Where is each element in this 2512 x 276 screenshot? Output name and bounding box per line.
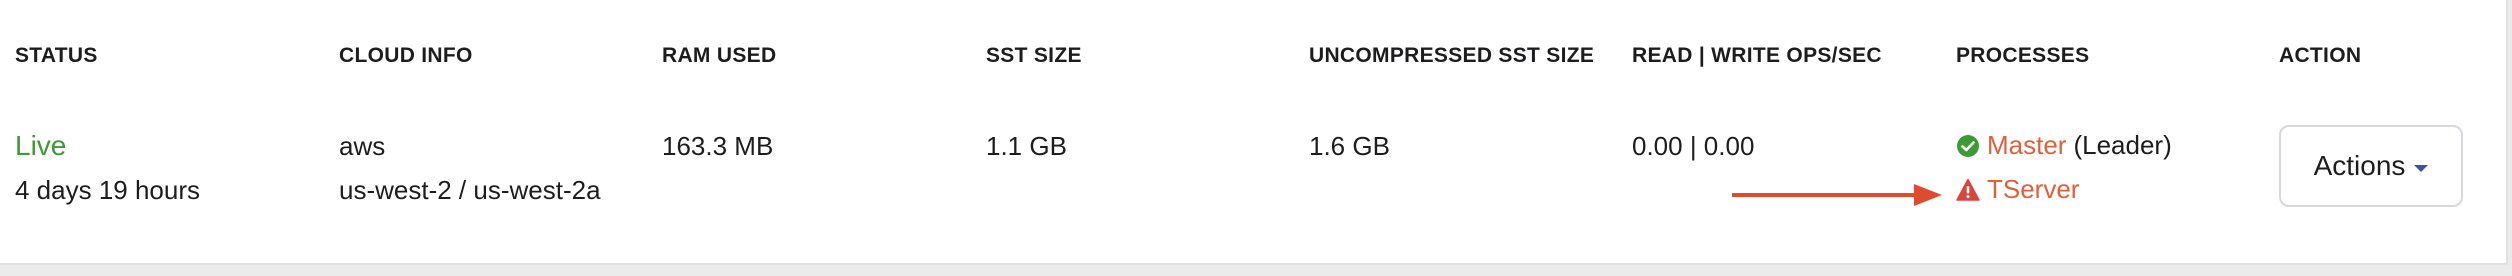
check-circle-icon bbox=[1957, 134, 1979, 157]
chevron-down-icon bbox=[2414, 164, 2429, 172]
uncompressed-sst-size-value: 1.6 GB bbox=[1309, 131, 1390, 161]
header-processes: PROCESSES bbox=[1956, 44, 2090, 67]
ram-used-value: 163.3 MB bbox=[662, 131, 774, 161]
header-sst-size: SST SIZE bbox=[986, 44, 1082, 67]
nodes-table: STATUS CLOUD INFO RAM USED SST SIZE UNCO… bbox=[0, 0, 2508, 265]
cloud-provider-text: aws bbox=[339, 131, 386, 161]
process-master-role: (Leader) bbox=[2073, 130, 2172, 160]
process-tserver-link[interactable]: TServer bbox=[1987, 174, 2079, 205]
warning-triangle-icon bbox=[1956, 178, 1980, 201]
header-ram-used: RAM USED bbox=[662, 44, 777, 67]
arrow-right-icon bbox=[1732, 184, 1942, 206]
header-cloud-info: CLOUD INFO bbox=[339, 44, 473, 67]
process-tserver: TServer bbox=[1956, 174, 2079, 205]
sst-size-value: 1.1 GB bbox=[986, 131, 1067, 161]
cloud-region-text: us-west-2 / us-west-2a bbox=[339, 175, 601, 205]
status-live-label: Live bbox=[15, 130, 67, 161]
header-uncompressed-sst-size: UNCOMPRESSED SST SIZE bbox=[1309, 44, 1595, 67]
header-status: STATUS bbox=[15, 44, 98, 67]
read-write-ops-value: 0.00 | 0.00 bbox=[1632, 131, 1755, 161]
process-master: Master (Leader) bbox=[1956, 130, 2172, 161]
process-master-link[interactable]: Master bbox=[1987, 130, 2066, 161]
header-read-write-ops: READ | WRITE OPS/SEC bbox=[1632, 44, 1882, 67]
actions-dropdown-button[interactable]: Actions bbox=[2279, 125, 2463, 207]
header-action: ACTION bbox=[2279, 44, 2362, 67]
uptime-text: 4 days 19 hours bbox=[15, 175, 201, 205]
actions-button-label: Actions bbox=[2313, 150, 2406, 181]
